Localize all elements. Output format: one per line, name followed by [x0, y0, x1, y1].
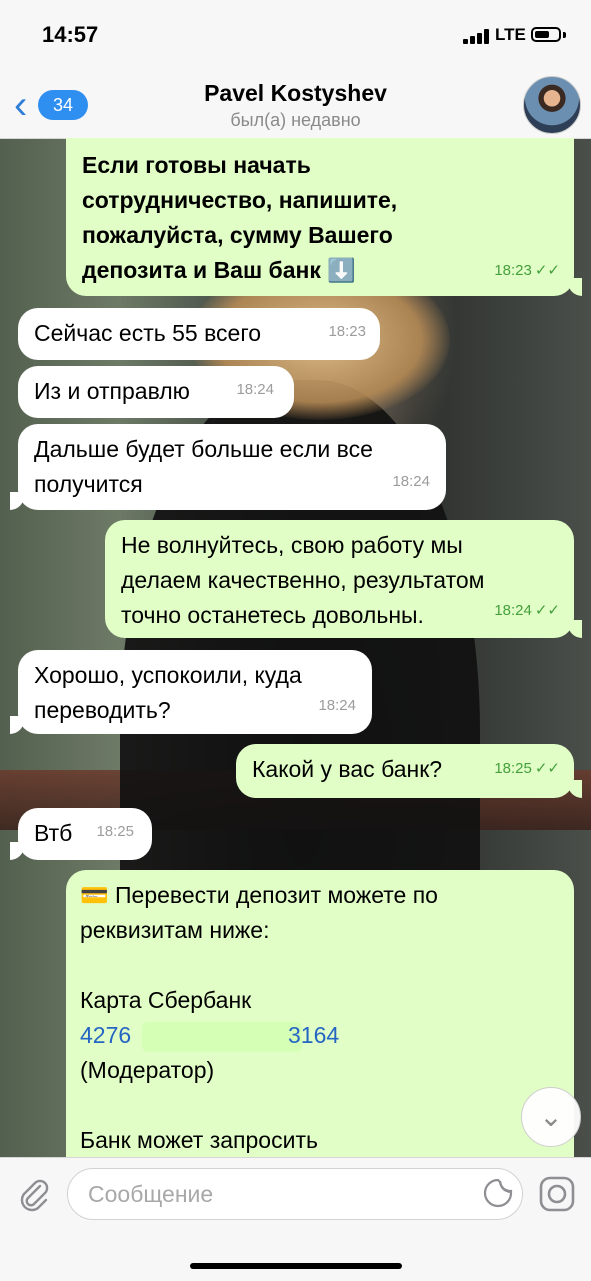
- avatar[interactable]: [523, 76, 581, 134]
- message-outgoing[interactable]: Если готовы начать сотрудничество, напиш…: [66, 138, 574, 296]
- contact-name[interactable]: Pavel Kostyshev: [0, 80, 591, 107]
- redaction-mark: [142, 1022, 302, 1052]
- contact-status: был(а) недавно: [230, 110, 361, 130]
- message-line: переводить?: [34, 697, 171, 723]
- message-line: 💳 Перевести депозит можете по: [80, 882, 438, 908]
- message-line: Хорошо, успокоили, куда: [34, 662, 302, 688]
- card-number-end[interactable]: 3164: [288, 1018, 339, 1053]
- message-time: 18:24: [392, 473, 430, 490]
- message-text: Из и отправлю: [34, 378, 190, 404]
- message-line: Банк может запросить: [80, 1127, 318, 1153]
- read-check-icon: ✓✓: [534, 602, 560, 619]
- message-incoming[interactable]: Втб 18:25: [18, 808, 152, 860]
- message-line: (Модератор): [80, 1057, 215, 1083]
- message-time: 18:23: [328, 323, 366, 340]
- battery-tip: [563, 32, 566, 38]
- message-line: депозита и Ваш банк ⬇️: [82, 257, 356, 283]
- top-bar: 14:57 LTE ‹ 34 Pavel Kostyshev был(а) не…: [0, 0, 591, 139]
- read-check-icon: ✓✓: [534, 262, 560, 279]
- message-line: точно останетесь довольны.: [121, 602, 424, 628]
- message-time: 18:25: [96, 823, 134, 840]
- message-line: Дальше будет больше если все: [34, 436, 373, 462]
- battery-icon: [531, 27, 561, 42]
- sticker-icon[interactable]: [482, 1177, 514, 1209]
- read-check-icon: ✓✓: [534, 760, 560, 777]
- message-input[interactable]: Сообщение: [67, 1168, 523, 1220]
- message-incoming[interactable]: Хорошо, успокоили, куда переводить? 18:2…: [18, 650, 372, 734]
- card-number[interactable]: 4276 3164: [80, 1018, 560, 1053]
- message-line: реквизитам ниже:: [80, 917, 270, 943]
- message-incoming[interactable]: Из и отправлю 18:24: [18, 366, 294, 418]
- network-label: LTE: [495, 25, 526, 44]
- message-line: пожалуйста, сумму Вашего: [82, 222, 393, 248]
- chevron-down-icon: ⌄: [539, 1101, 563, 1132]
- message-line: сотрудничество, напишите,: [82, 187, 398, 213]
- message-line: Не волнуйтесь, свою работу мы: [121, 532, 463, 558]
- message-outgoing[interactable]: Не волнуйтесь, свою работу мы делаем кач…: [105, 520, 574, 638]
- message-line: Карта Сбербанк: [80, 987, 252, 1013]
- message-time: 18:24 ✓✓: [494, 593, 560, 628]
- status-time: 14:57: [42, 22, 99, 47]
- message-time: 18:23 ✓✓: [494, 253, 560, 288]
- message-text: Сейчас есть 55 всего: [34, 320, 262, 346]
- paperclip-icon[interactable]: [16, 1176, 52, 1212]
- scroll-down-button[interactable]: ⌄: [521, 1087, 581, 1147]
- input-bar: Сообщение: [0, 1157, 591, 1281]
- message-line: делаем качественно, результатом: [121, 567, 485, 593]
- message-line: Если готовы начать: [82, 152, 311, 178]
- camera-icon[interactable]: [537, 1174, 577, 1214]
- message-time: 18:24: [318, 697, 356, 714]
- message-text: Какой у вас банк?: [252, 756, 443, 782]
- message-time: 18:24: [236, 381, 274, 398]
- message-text: Втб: [34, 820, 73, 846]
- card-number-start[interactable]: 4276: [80, 1022, 131, 1048]
- message-outgoing[interactable]: Какой у вас банк? 18:25 ✓✓: [236, 744, 574, 798]
- home-indicator: [190, 1263, 402, 1269]
- message-time: 18:25 ✓✓: [494, 751, 560, 786]
- message-outgoing[interactable]: 💳 Перевести депозит можете по реквизитам…: [66, 870, 574, 1170]
- message-incoming[interactable]: Сейчас есть 55 всего 18:23: [18, 308, 380, 360]
- message-input-placeholder: Сообщение: [88, 1181, 214, 1207]
- signal-icon: [463, 28, 491, 44]
- message-line: получится: [34, 471, 143, 497]
- message-incoming[interactable]: Дальше будет больше если все получится 1…: [18, 424, 446, 510]
